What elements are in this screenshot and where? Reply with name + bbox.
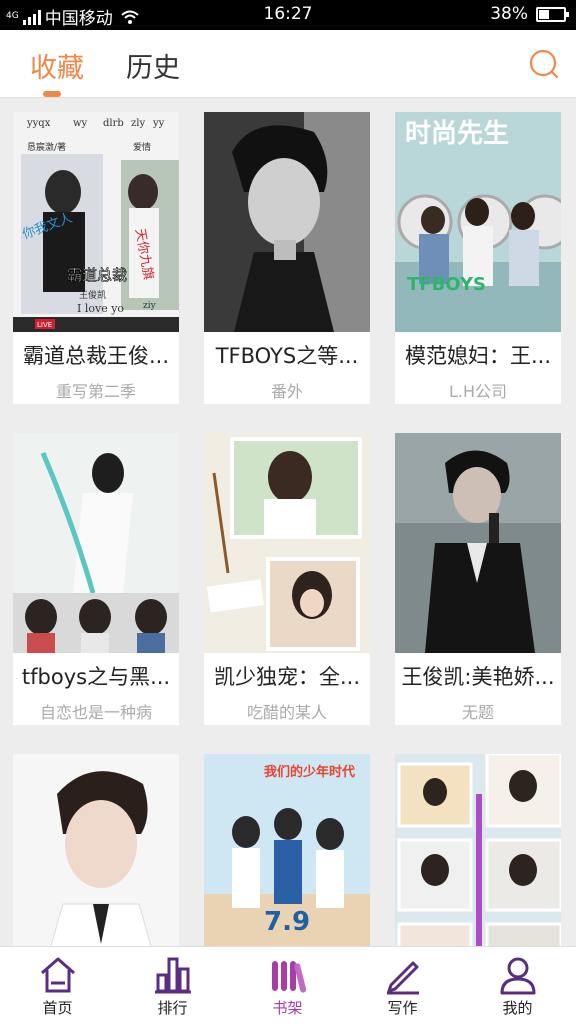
nav-label-profile: 我的 [502,999,533,1017]
book-title: TFBOYS之等... [215,344,359,368]
book-card[interactable]: yyqx wy dlrb zly yy 恳宸激/著 爱情 你我文人 天你九旗 霸… [13,112,179,404]
book-card[interactable]: TFBOYS之等... 番外 [204,112,370,404]
bookshelf-grid: yyqx wy dlrb zly yy 恳宸激/著 爱情 你我文人 天你九旗 霸… [0,98,576,946]
bottom-navigation: 首页 排行 书架 写作 我的 [0,946,576,1024]
cover-text-dlrb: dlrb [103,118,124,129]
book-card[interactable]: 王俊凯:美艳娇... 无题 [395,433,561,725]
bookshelf-icon [271,961,306,993]
cover-text-zly: zly [131,118,145,129]
book-author: 番外 [270,382,303,401]
status-bar: 4G 中国移动 16:27 38% [0,0,576,30]
cover-text-author: 恳宸激/著 [27,141,66,153]
book-cover [395,433,561,653]
book-cover [204,433,370,653]
book-title: 王俊凯:美艳娇... [401,665,555,689]
book-cover [13,433,179,653]
cover-text-yy: yy [152,118,165,129]
nav-write[interactable]: 写作 [345,947,460,1024]
nav-bookshelf[interactable]: 书架 [230,947,345,1024]
tab-history[interactable]: 历史 [126,46,180,85]
book-cover [13,754,179,946]
cover-text-title: 霸道总裁 [67,266,127,284]
home-icon [40,957,75,993]
nav-home[interactable]: 首页 [0,947,115,1024]
battery-icon [536,6,569,22]
nav-ranking[interactable]: 排行 [115,947,230,1024]
book-card[interactable]: 我们的少年时代 7.9 [204,754,370,946]
cover-text-genre: 爱情 [133,141,151,153]
battery-percent: 38% [490,4,528,24]
magazine-title: 时尚先生 [405,119,509,149]
book-cover [204,112,370,332]
cover-text-ziy: ziy [143,301,157,311]
book-cover [395,754,561,946]
book-cover: 时尚先生 TFBOYS [395,112,561,332]
book-author: 重写第二季 [55,382,136,401]
tab-favorites[interactable]: 收藏 [30,46,84,85]
profile-icon [500,957,535,995]
poster-title: 我们的少年时代 [264,764,355,780]
header: 收藏 历史 [0,30,576,98]
cover-text-wy: wy [73,118,88,129]
cover-text-name: 王俊凯 [79,289,106,301]
book-card[interactable] [13,754,179,946]
book-card[interactable] [395,754,561,946]
book-card[interactable]: tfboys之与黑... 自恋也是一种病 [13,433,179,725]
active-tab-indicator [43,91,61,97]
book-title: tfboys之与黑... [21,665,171,689]
ranking-icon [154,957,191,994]
book-card[interactable]: 凯少独宠：全... 吃醋的某人 [204,433,370,725]
cover-text-live: LIVE [37,321,52,329]
book-author: 无题 [461,703,494,722]
nav-profile[interactable]: 我的 [460,947,575,1024]
nav-label-bookshelf: 书架 [272,999,303,1017]
battery-fill [539,9,549,19]
book-author: 吃醋的某人 [246,703,327,722]
nav-label-write: 写作 [387,999,418,1017]
poster-date: 7.9 [264,907,310,937]
cover-text-yyqx: yyqx [26,118,51,129]
book-title: 凯少独宠：全... [213,665,361,689]
book-cover: yyqx wy dlrb zly yy 恳宸激/著 爱情 你我文人 天你九旗 霸… [13,112,179,332]
nav-label-ranking: 排行 [157,999,188,1017]
book-title: 模范媳妇：王... [404,344,552,368]
book-title: 霸道总裁王俊... [22,344,170,368]
book-author: L.H公司 [448,382,508,401]
write-icon [386,961,419,995]
status-right: 38% [490,4,569,24]
cover-text-love: I love yo [77,302,124,315]
magazine-band: TFBOYS [407,274,486,295]
search-icon[interactable] [528,48,560,80]
book-author: 自恋也是一种病 [39,703,152,722]
book-cover: 我们的少年时代 7.9 [204,754,370,946]
book-card[interactable]: 时尚先生 TFBOYS 模范媳妇：王... L.H公司 [395,112,561,404]
nav-label-home: 首页 [42,999,73,1017]
